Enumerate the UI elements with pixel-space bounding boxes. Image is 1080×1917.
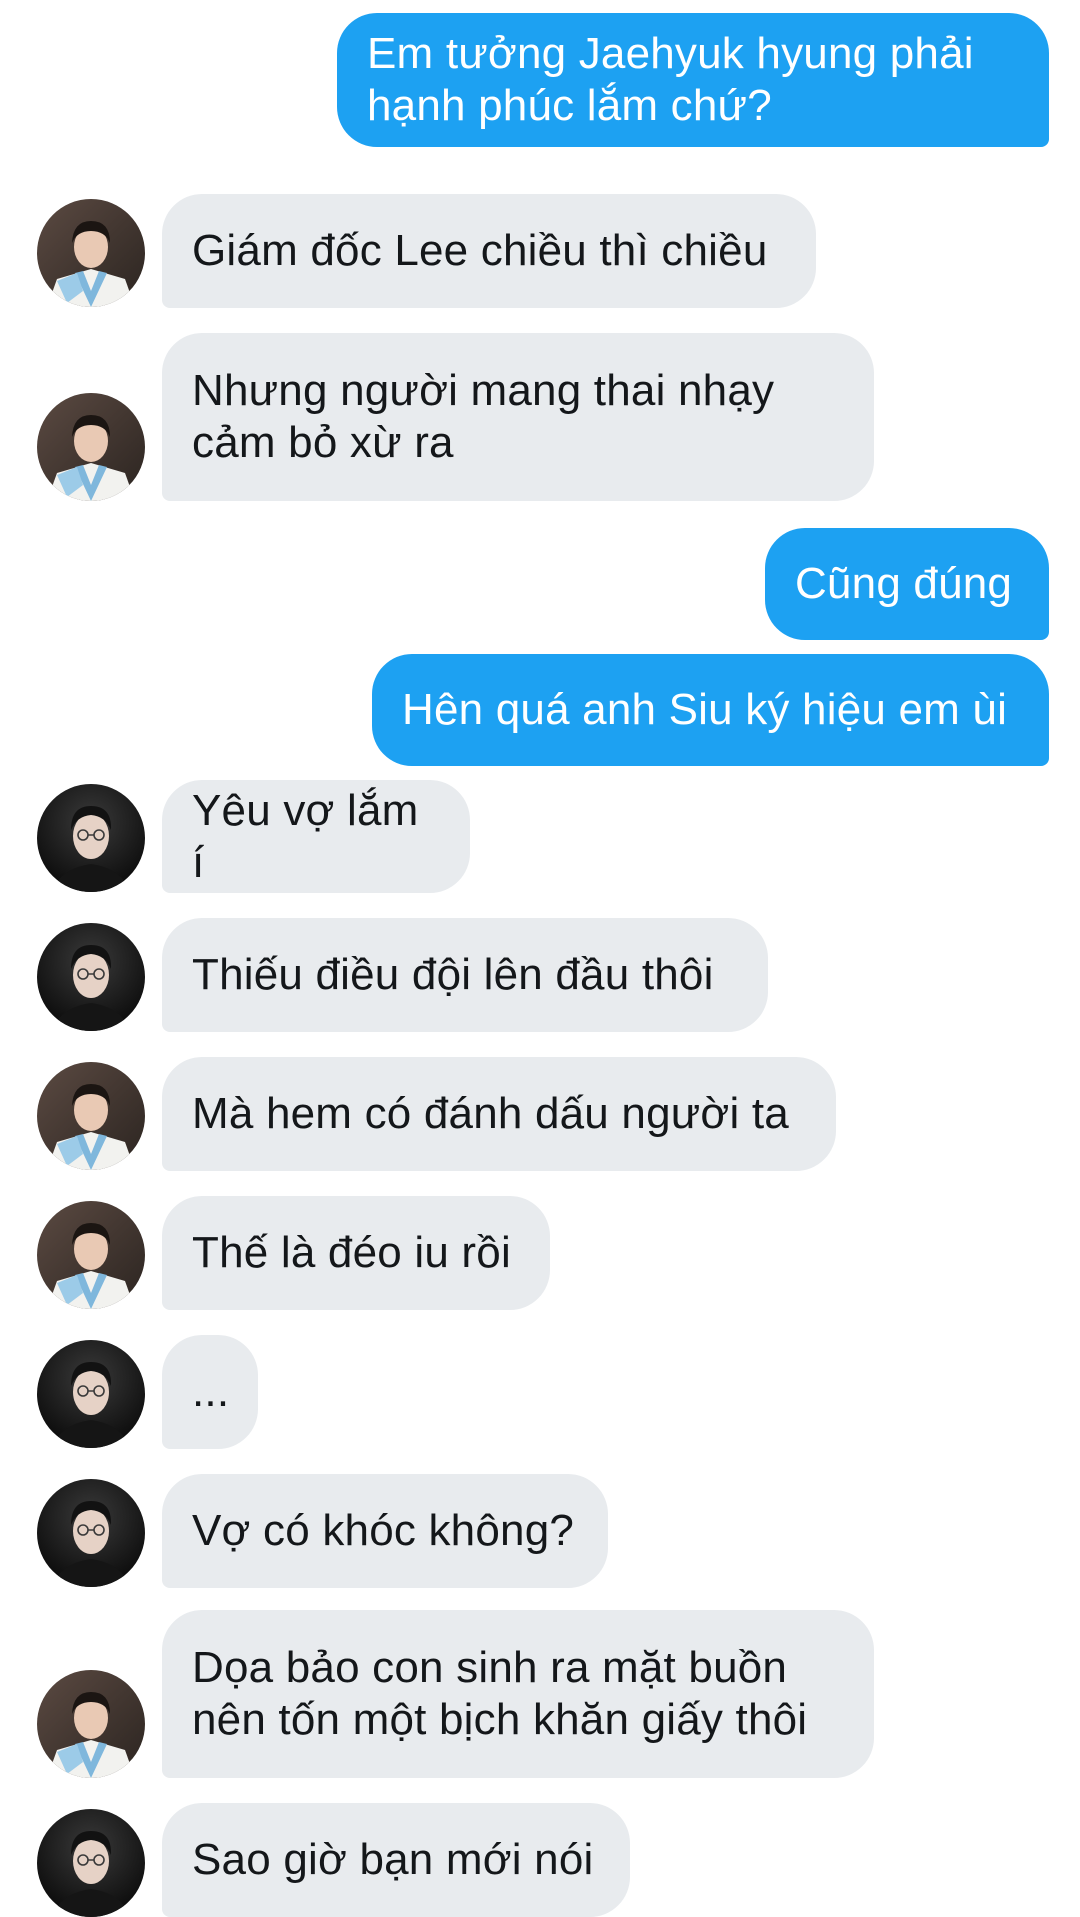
avatar-hanbok[interactable]: [37, 393, 145, 501]
incoming-message-bubble[interactable]: Sao giờ bạn mới nói: [162, 1803, 630, 1917]
message-row: Sao giờ bạn mới nói: [0, 1803, 1080, 1917]
avatar-glasses[interactable]: [37, 1809, 145, 1917]
avatar-hanbok[interactable]: [37, 1062, 145, 1170]
message-text: Yêu vợ lắm í: [192, 785, 419, 887]
message-text: Sao giờ bạn mới nói: [192, 1835, 594, 1884]
message-text: Vợ có khóc không?: [192, 1506, 575, 1555]
message-row: Thế là đéo iu rồi: [0, 1196, 1080, 1310]
outgoing-message-bubble[interactable]: Em tưởng Jaehyuk hyung phải hạnh phúc lắ…: [337, 13, 1049, 147]
message-row: Dọa bảo con sinh ra mặt buồn nên tốn một…: [0, 1610, 1080, 1778]
message-row: Vợ có khóc không?: [0, 1474, 1080, 1588]
message-row: Yêu vợ lắm í: [0, 780, 1080, 893]
avatar-glasses[interactable]: [37, 923, 145, 1031]
message-row: Em tưởng Jaehyuk hyung phải hạnh phúc lắ…: [0, 13, 1080, 147]
incoming-message-bubble[interactable]: Dọa bảo con sinh ra mặt buồn nên tốn một…: [162, 1610, 874, 1778]
message-row: Cũng đúng: [0, 528, 1080, 640]
incoming-message-bubble[interactable]: Thế là đéo iu rồi: [162, 1196, 550, 1310]
message-text: Dọa bảo con sinh ra mặt buồn nên tốn một…: [192, 1643, 808, 1744]
message-text: Cũng đúng: [795, 559, 1013, 608]
avatar-glasses[interactable]: [37, 1479, 145, 1587]
message-row: Hên quá anh Siu ký hiệu em ùi: [0, 654, 1080, 766]
incoming-message-bubble[interactable]: ...: [162, 1335, 258, 1449]
message-text: ...: [192, 1367, 230, 1416]
avatar-hanbok[interactable]: [37, 1201, 145, 1309]
incoming-message-bubble[interactable]: Vợ có khóc không?: [162, 1474, 608, 1588]
incoming-message-bubble[interactable]: Thiếu điều đội lên đầu thôi: [162, 918, 768, 1032]
message-text: Hên quá anh Siu ký hiệu em ùi: [402, 685, 1008, 734]
message-text: Em tưởng Jaehyuk hyung phải hạnh phúc lắ…: [367, 29, 974, 130]
avatar-hanbok[interactable]: [37, 1670, 145, 1778]
message-row: Thiếu điều đội lên đầu thôi: [0, 918, 1080, 1032]
incoming-message-bubble[interactable]: Nhưng người mang thai nhạy cảm bỏ xừ ra: [162, 333, 874, 501]
message-text: Mà hem có đánh dấu người ta: [192, 1089, 789, 1138]
message-row: Nhưng người mang thai nhạy cảm bỏ xừ ra: [0, 333, 1080, 501]
avatar-glasses[interactable]: [37, 784, 145, 892]
message-row: Giám đốc Lee chiều thì chiều: [0, 194, 1080, 308]
message-row: ...: [0, 1335, 1080, 1449]
message-row: Mà hem có đánh dấu người ta: [0, 1057, 1080, 1171]
incoming-message-bubble[interactable]: Yêu vợ lắm í: [162, 780, 470, 893]
outgoing-message-bubble[interactable]: Hên quá anh Siu ký hiệu em ùi: [372, 654, 1049, 766]
avatar-hanbok[interactable]: [37, 199, 145, 307]
incoming-message-bubble[interactable]: Giám đốc Lee chiều thì chiều: [162, 194, 816, 308]
message-text: Nhưng người mang thai nhạy cảm bỏ xừ ra: [192, 366, 775, 467]
outgoing-message-bubble[interactable]: Cũng đúng: [765, 528, 1049, 640]
message-text: Thiếu điều đội lên đầu thôi: [192, 950, 714, 999]
incoming-message-bubble[interactable]: Mà hem có đánh dấu người ta: [162, 1057, 836, 1171]
message-text: Giám đốc Lee chiều thì chiều: [192, 226, 768, 275]
message-thread[interactable]: Em tưởng Jaehyuk hyung phải hạnh phúc lắ…: [0, 0, 1080, 1917]
avatar-glasses[interactable]: [37, 1340, 145, 1448]
message-text: Thế là đéo iu rồi: [192, 1228, 511, 1277]
